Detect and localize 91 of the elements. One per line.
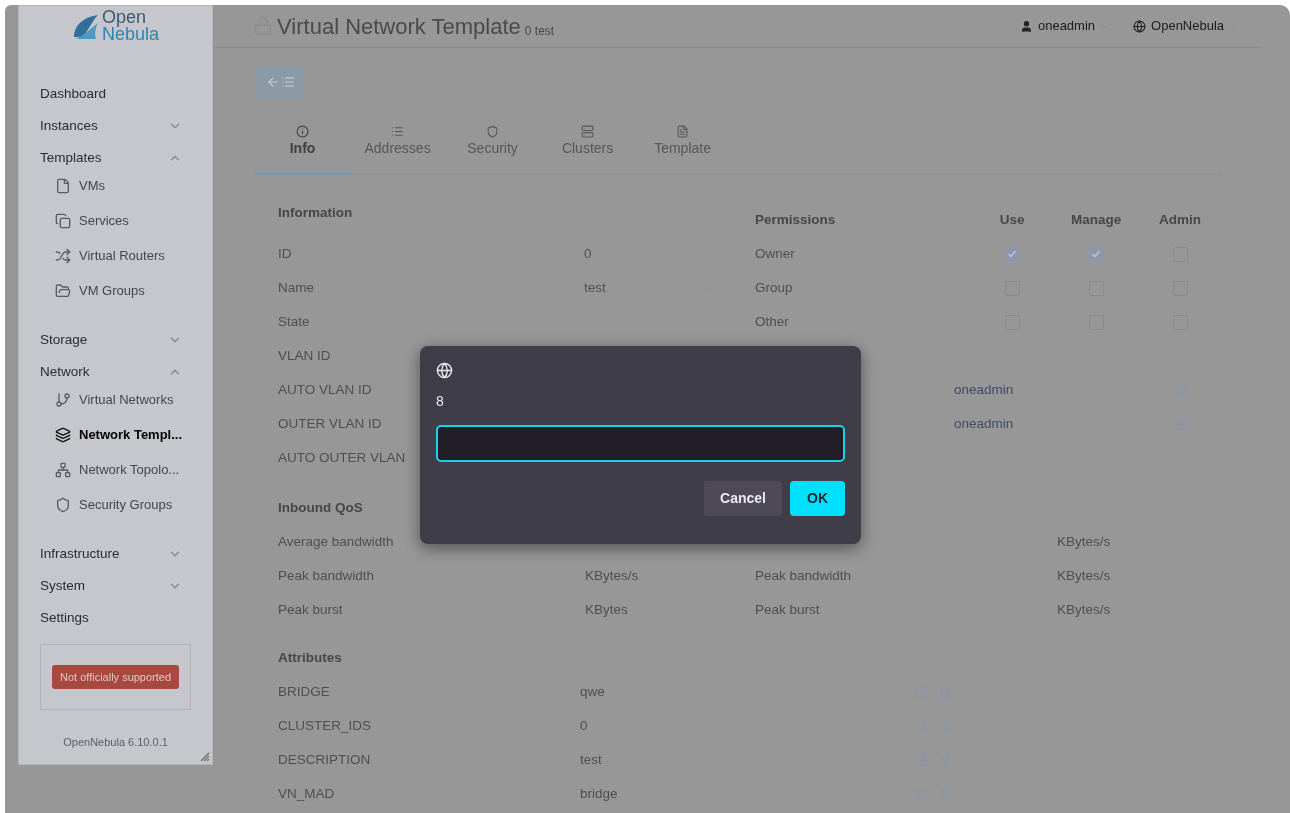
cancel-button[interactable]: Cancel bbox=[704, 481, 782, 516]
attribute-value: test bbox=[580, 750, 603, 769]
section-title: Information bbox=[278, 204, 353, 222]
attribute-name: VN_MAD bbox=[278, 784, 336, 803]
sidebar-item[interactable]: Services bbox=[79, 210, 129, 231]
shuffle-icon bbox=[55, 247, 71, 264]
branch-icon bbox=[55, 391, 71, 408]
list-icon bbox=[391, 125, 405, 138]
sidebar-item[interactable]: Network bbox=[40, 361, 90, 383]
copy-icon bbox=[55, 212, 71, 229]
section-title: Permissions bbox=[755, 210, 837, 229]
sidebar-item[interactable]: VM Groups bbox=[79, 280, 145, 301]
attribute-name: CLUSTER_IDS bbox=[278, 716, 373, 735]
attribute-name: BRIDGE bbox=[278, 682, 331, 701]
field-label: OUTER VLAN ID bbox=[278, 414, 383, 433]
warning-badge: Not officially supported bbox=[52, 664, 180, 690]
server-icon bbox=[581, 125, 595, 138]
sidebar-item[interactable]: Infrastructure bbox=[40, 543, 120, 565]
permission-label: Other bbox=[755, 312, 790, 331]
sidebar-item[interactable]: Network Templ... bbox=[79, 424, 183, 445]
sidebar-item[interactable]: Virtual Routers bbox=[79, 245, 165, 266]
field-label: Peak bandwidth bbox=[278, 566, 376, 585]
field-value: test bbox=[584, 278, 607, 297]
attribute-value: bridge bbox=[580, 784, 619, 803]
field-label: Average bandwidth bbox=[278, 532, 395, 551]
unit-text: KBytes/s bbox=[585, 566, 639, 585]
field-label: State bbox=[278, 312, 311, 331]
page-title: Virtual Network Template bbox=[277, 12, 521, 41]
sidebar-item[interactable]: Settings bbox=[40, 607, 89, 629]
field-label: Name bbox=[278, 278, 316, 297]
folder-icon bbox=[55, 282, 71, 299]
permission-label: Owner bbox=[755, 244, 796, 263]
sidebar-item[interactable]: Security Groups bbox=[79, 494, 173, 515]
sidebar-item[interactable]: Storage bbox=[40, 329, 88, 351]
sitemap-icon bbox=[55, 461, 71, 478]
field-label: ID bbox=[278, 244, 293, 263]
logo-text: Nebula bbox=[102, 26, 160, 43]
version-text: OpenNebula 6.10.0.1 bbox=[63, 734, 168, 750]
sidebar-item[interactable]: Templates bbox=[40, 147, 102, 169]
unit-text: KBytes/s bbox=[1057, 600, 1111, 619]
sidebar-item[interactable]: System bbox=[40, 575, 85, 597]
field-label: Peak burst bbox=[755, 601, 820, 617]
section-title: Attributes bbox=[278, 649, 342, 667]
owner-value[interactable]: oneadmin bbox=[954, 379, 1176, 401]
user-menu[interactable]: oneadmin bbox=[1037, 16, 1096, 36]
info-icon bbox=[296, 125, 310, 138]
checkbox[interactable] bbox=[1088, 246, 1104, 262]
unit-text: KBytes/s bbox=[1057, 566, 1111, 585]
attribute-value: 0 bbox=[580, 716, 589, 735]
column-header: Admin bbox=[1158, 210, 1203, 229]
attribute-value: qwe bbox=[580, 682, 606, 701]
owner-value[interactable]: oneadmin bbox=[954, 413, 1176, 435]
sidebar-item[interactable]: Instances bbox=[40, 115, 98, 137]
file-icon bbox=[55, 177, 71, 194]
attribute-name: DESCRIPTION bbox=[278, 750, 372, 769]
input-field[interactable] bbox=[436, 425, 845, 462]
shield-icon bbox=[55, 496, 71, 513]
checkmark-icon bbox=[1091, 249, 1102, 259]
checkmark-icon bbox=[1007, 249, 1018, 259]
ok-button[interactable]: OK bbox=[790, 481, 845, 516]
globe-icon bbox=[436, 362, 453, 379]
zone-menu[interactable]: OpenNebula bbox=[1151, 16, 1225, 36]
sidebar-item[interactable]: VMs bbox=[79, 175, 105, 196]
globe-icon bbox=[1133, 19, 1147, 33]
field-label: Peak bandwidth bbox=[755, 567, 852, 583]
field-label: Peak burst bbox=[278, 600, 344, 619]
file-icon bbox=[676, 125, 690, 138]
field-value: 0 bbox=[584, 244, 593, 263]
tab[interactable]: Info bbox=[255, 125, 351, 174]
unit-text: KBytes bbox=[585, 600, 628, 619]
sidebar-item[interactable]: Virtual Networks bbox=[79, 389, 174, 410]
sidebar-item[interactable]: Dashboard bbox=[40, 83, 107, 105]
unit-text: KBytes/s bbox=[1057, 532, 1111, 551]
logo-text: Open bbox=[102, 9, 148, 26]
checkbox[interactable] bbox=[1004, 246, 1020, 262]
field-label: AUTO OUTER VLAN bbox=[278, 448, 407, 467]
arrow-left-icon bbox=[265, 75, 280, 89]
page-subtitle: 0 test bbox=[524, 22, 555, 40]
dialog-message: 8 bbox=[436, 392, 445, 411]
section-title: Inbound QoS bbox=[278, 499, 363, 517]
shield-icon bbox=[486, 125, 500, 138]
permission-label: Group bbox=[755, 278, 794, 297]
layers-icon bbox=[55, 426, 71, 443]
back-to-list-button[interactable] bbox=[255, 66, 306, 98]
column-header: Use bbox=[998, 210, 1026, 229]
resize-handle-icon[interactable] bbox=[200, 752, 211, 762]
column-header: Manage bbox=[1069, 210, 1123, 229]
sidebar-item[interactable]: Network Topolo... bbox=[79, 459, 180, 480]
user-icon bbox=[1019, 19, 1033, 33]
field-label: VLAN ID bbox=[278, 346, 332, 365]
list-icon bbox=[280, 75, 295, 89]
